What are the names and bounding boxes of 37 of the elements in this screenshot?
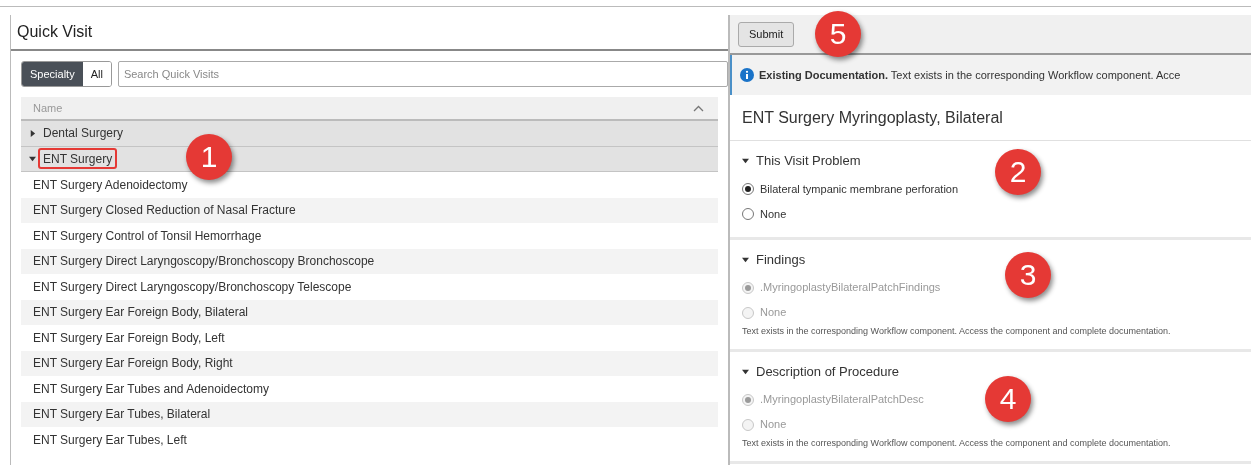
section-title: Description of Procedure <box>756 362 900 381</box>
caret-down-icon[interactable] <box>742 157 749 165</box>
search-field[interactable]: Search Quick Visits <box>117 61 728 87</box>
option-label: .MyringoplastyBilateralPatchDesc <box>760 392 924 408</box>
section-title: This Visit Problem <box>756 152 861 170</box>
callout-number: 4 <box>985 375 1031 422</box>
section-note: Text exists in the corresponding Workflow component. Access the component and complete documentation. <box>742 325 1172 338</box>
banner-message: Existing Documentation. Text exists in the corresponding Workflow component. Acce <box>759 67 1181 83</box>
section-note: Text exists in the corresponding Workflow component. Access the component and complete documentation. <box>742 437 1172 450</box>
list-row[interactable]: ENT Surgery Ear Tubes, Bilateral <box>21 401 718 427</box>
caret-right-icon[interactable] <box>29 129 36 137</box>
option-label: Bilateral tympanic membrane perforation <box>760 181 959 197</box>
group-label: ENT Surgery <box>38 148 118 170</box>
callout-number: 3 <box>1005 251 1051 298</box>
submit-button[interactable]: Submit <box>738 21 795 47</box>
callout-number: 5 <box>815 11 861 57</box>
sort-icon[interactable] <box>693 104 704 112</box>
option-label: None <box>760 305 787 321</box>
section-title: Findings <box>756 250 806 269</box>
panel-title: Quick Visit <box>11 15 728 51</box>
list-row[interactable]: ENT Surgery Ear Foreign Body, Bilateral <box>21 299 718 325</box>
option-label: .MyringoplastyBilateralPatchFindings <box>760 280 941 296</box>
list-row[interactable]: ENT Surgery Direct Laryngoscopy/Bronchoscopy Bronchoscope <box>21 248 718 274</box>
radio-button[interactable] <box>742 208 754 220</box>
callout-number: 2 <box>995 149 1041 195</box>
form-title: ENT Surgery Myringoplasty, Bilateral <box>730 95 1251 141</box>
column-label: Name <box>33 100 63 116</box>
list-row[interactable]: ENT Surgery Closed Reduction of Nasal Fracture <box>21 197 718 223</box>
info-icon <box>740 68 754 82</box>
group-row[interactable]: Dental Surgery <box>21 121 718 147</box>
filter-tab[interactable]: Specialty <box>22 62 83 86</box>
option-label: None <box>760 417 787 433</box>
radio-button[interactable] <box>742 183 754 195</box>
caret-down-icon[interactable] <box>29 155 36 163</box>
group-label: Dental Surgery <box>42 125 125 143</box>
option-label: None <box>760 206 787 222</box>
list-row[interactable]: ENT Surgery Ear Foreign Body, Right <box>21 350 718 376</box>
